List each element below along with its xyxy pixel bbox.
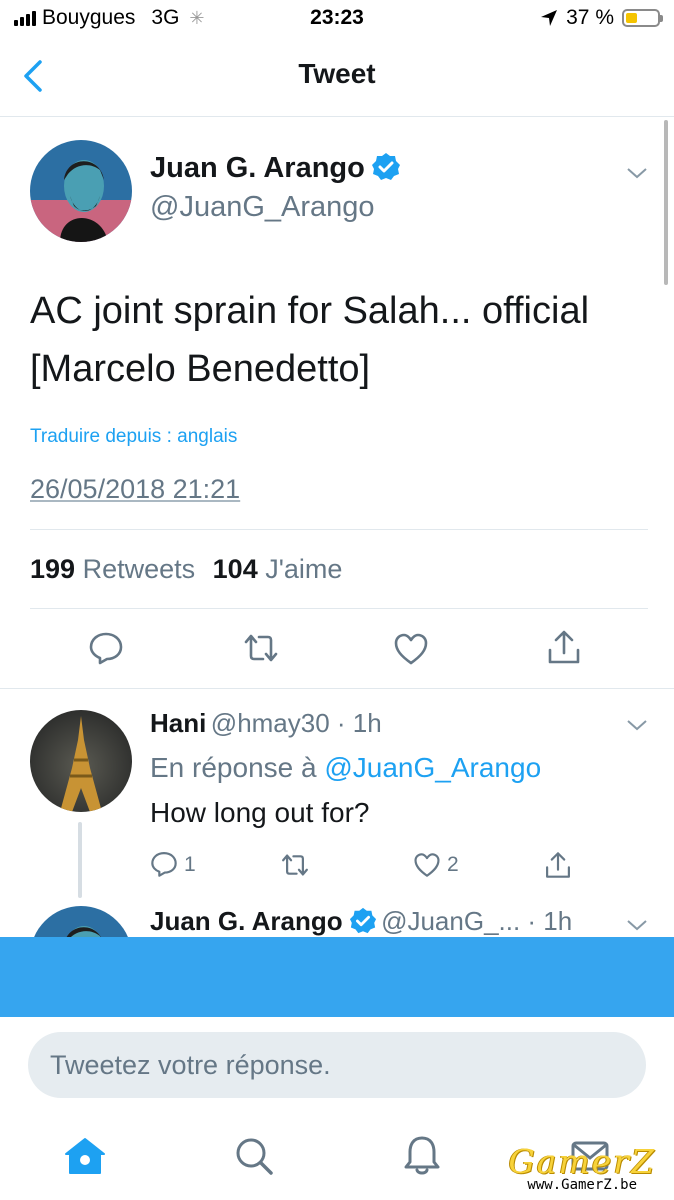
divider	[30, 529, 648, 530]
battery-icon	[622, 9, 663, 27]
translate-link[interactable]: Traduire depuis : anglais	[30, 426, 237, 448]
scrollbar[interactable]	[664, 120, 668, 285]
reply-to-prefix: En réponse à	[150, 752, 317, 783]
retweet-icon[interactable]	[280, 852, 310, 878]
likes-label[interactable]: J'aime	[265, 554, 342, 584]
next-tweet-author[interactable]: Juan G. Arango	[150, 906, 343, 936]
divider	[30, 608, 648, 609]
retweets-label[interactable]: Retweets	[83, 554, 196, 584]
reply-icon[interactable]	[88, 630, 124, 666]
reply-compose-input[interactable]: Tweetez votre réponse.	[28, 1032, 646, 1098]
like-icon[interactable]	[413, 852, 441, 878]
reply-header[interactable]: Hani @hmay30 · 1h	[150, 708, 382, 739]
watermark: GamerZ www.GamerZ.be	[508, 1142, 656, 1193]
chevron-down-icon[interactable]	[626, 918, 648, 932]
location-arrow-icon	[541, 10, 558, 26]
watermark-url: www.GamerZ.be	[527, 1177, 637, 1193]
share-icon[interactable]	[546, 628, 582, 666]
reply-author-name[interactable]: Hani	[150, 708, 206, 738]
tweet-stats[interactable]: 199 Retweets 104 J'aime	[30, 554, 342, 585]
share-icon[interactable]	[544, 850, 572, 880]
reply-text: How long out for?	[150, 797, 370, 828]
home-icon[interactable]	[64, 1136, 106, 1176]
page-title: Tweet	[298, 58, 376, 89]
battery-percent: 37 %	[566, 6, 614, 29]
tweet-text: AC joint sprain for Salah... official [M…	[30, 282, 650, 398]
notifications-icon[interactable]	[402, 1134, 442, 1176]
nav-bar: Tweet	[0, 38, 674, 117]
divider	[0, 688, 674, 689]
next-tweet-header[interactable]: Juan G. Arango @JuanG_... · 1h	[150, 906, 572, 937]
author-name[interactable]: Juan G. Arango	[150, 152, 365, 184]
author-avatar[interactable]	[30, 140, 132, 242]
search-icon[interactable]	[234, 1136, 274, 1176]
thread-line	[78, 822, 82, 898]
banner[interactable]	[0, 937, 674, 1017]
like-icon[interactable]	[393, 632, 429, 666]
reply-avatar[interactable]	[30, 710, 132, 812]
reply-handle-time: @hmay30 · 1h	[210, 708, 382, 738]
tweet-text-line: [Marcelo Benedetto]	[30, 348, 371, 390]
reply-count: 1	[184, 853, 196, 876]
retweet-icon[interactable]	[242, 632, 280, 664]
reply-icon[interactable]	[150, 850, 178, 878]
tweet-timestamp[interactable]: 26/05/2018 21:21	[30, 474, 240, 505]
likes-count: 104	[212, 554, 258, 584]
status-bar: Bouygues 3G ✳ 23:23 37 %	[0, 0, 674, 38]
tweet-text-line: AC joint sprain for Salah... official	[30, 290, 590, 332]
retweets-count: 199	[30, 554, 76, 584]
like-count: 2	[447, 853, 459, 876]
author-handle: @JuanG_Arango	[150, 191, 375, 223]
next-tweet-meta: @JuanG_... · 1h	[381, 906, 573, 936]
chevron-down-icon[interactable]	[626, 718, 648, 732]
watermark-logo: GamerZ	[508, 1142, 656, 1181]
reply-to: En réponse à @JuanG_Arango	[150, 752, 541, 784]
verified-badge-icon	[349, 907, 376, 934]
chevron-down-icon[interactable]	[626, 166, 648, 180]
verified-badge-icon	[371, 153, 400, 180]
reply-to-handle-link[interactable]: @JuanG_Arango	[324, 752, 541, 783]
author-info[interactable]: Juan G. Arango @JuanG_Arango	[150, 152, 401, 224]
